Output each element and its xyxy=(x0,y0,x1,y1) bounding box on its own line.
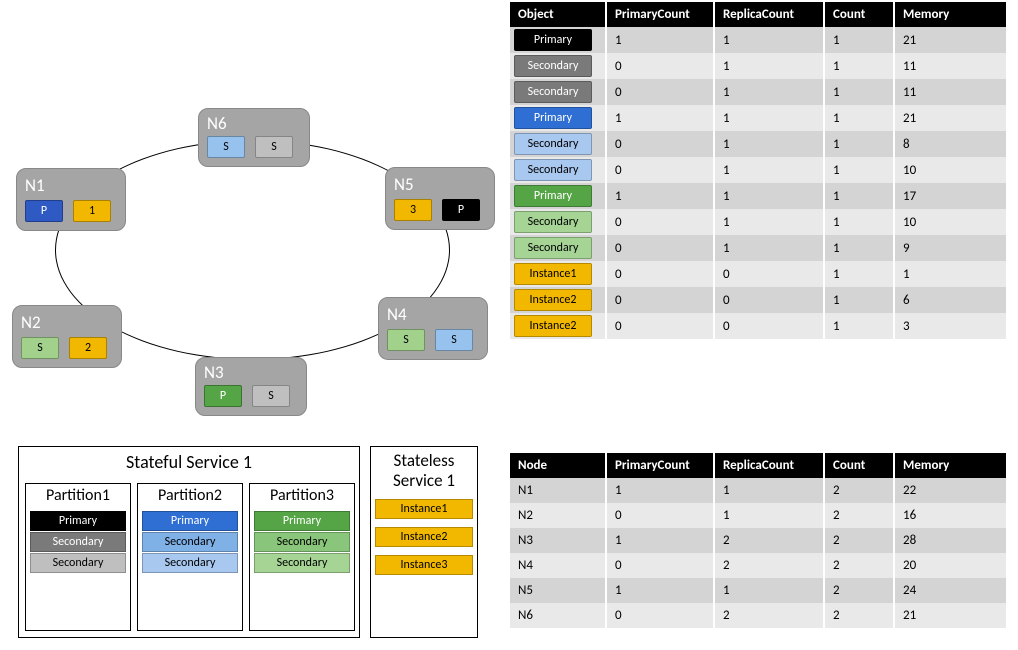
th-object: Object xyxy=(510,2,606,27)
replica-chip-secondary: S xyxy=(255,136,293,158)
partition-title: Partition1 xyxy=(26,484,130,507)
table-row: Secondary01111 xyxy=(510,53,1006,79)
table-row: Instance20013 xyxy=(510,313,1006,339)
table-row: N111222 xyxy=(510,478,1006,503)
node-label: N6 xyxy=(207,113,301,134)
partition2-box: Partition2 Primary Secondary Secondary xyxy=(137,483,243,631)
object-badge: Instance2 xyxy=(514,289,592,311)
object-badge: Secondary xyxy=(514,133,592,155)
replica-secondary: Secondary xyxy=(142,532,238,552)
table-row: N312228 xyxy=(510,528,1006,553)
table-row: Primary11117 xyxy=(510,183,1006,209)
replica-secondary: Secondary xyxy=(254,532,350,552)
th-replicacount: ReplicaCount xyxy=(714,2,824,27)
stateless-instance: Instance1 xyxy=(375,499,473,519)
replica-chip-secondary: S xyxy=(252,385,290,407)
stateless-service-box: Stateless Service 1 Instance1 Instance2 … xyxy=(370,446,478,638)
object-badge: Secondary xyxy=(514,237,592,259)
table-row: Instance10011 xyxy=(510,261,1006,287)
node-n1: N1 P 1 xyxy=(16,168,126,231)
replica-chip-secondary: S xyxy=(387,329,425,351)
replica-chip-secondary: S xyxy=(207,136,245,158)
table-row: Secondary01110 xyxy=(510,157,1006,183)
replica-secondary: Secondary xyxy=(30,553,126,573)
th-memory: Memory xyxy=(894,2,1006,27)
object-badge: Secondary xyxy=(514,81,592,103)
partition-title: Partition3 xyxy=(250,484,354,507)
replica-secondary: Secondary xyxy=(254,553,350,573)
th-count: Count xyxy=(824,2,894,27)
replica-chip-primary: P xyxy=(204,385,242,407)
object-badge: Secondary xyxy=(514,211,592,233)
node-n4: N4 S S xyxy=(378,297,488,360)
object-badge: Secondary xyxy=(514,55,592,77)
th-replicacount: ReplicaCount xyxy=(714,453,824,478)
node-n2: N2 S 2 xyxy=(12,305,122,368)
replica-chip-primary: P xyxy=(25,200,63,222)
replica-chip-secondary: S xyxy=(21,337,59,359)
table-row: Instance20016 xyxy=(510,287,1006,313)
replica-primary: Primary xyxy=(254,511,350,531)
stateless-title: Stateless Service 1 xyxy=(371,447,477,493)
object-badge: Primary xyxy=(514,29,592,51)
object-badge: Instance1 xyxy=(514,263,592,285)
object-badge: Secondary xyxy=(514,159,592,181)
table-row: Primary11121 xyxy=(510,105,1006,131)
node-label: N3 xyxy=(204,362,298,383)
th-memory: Memory xyxy=(894,453,1006,478)
stateful-title: Stateful Service 1 xyxy=(19,447,359,475)
replica-primary: Primary xyxy=(30,511,126,531)
th-count: Count xyxy=(824,453,894,478)
node-n3: N3 P S xyxy=(195,357,307,416)
object-metrics-table: Object PrimaryCount ReplicaCount Count M… xyxy=(510,2,1006,339)
object-badge: Primary xyxy=(514,185,592,207)
stateless-instance: Instance2 xyxy=(375,527,473,547)
table-row: N201216 xyxy=(510,503,1006,528)
replica-secondary: Secondary xyxy=(30,532,126,552)
th-primarycount: PrimaryCount xyxy=(606,2,714,27)
node-label: N2 xyxy=(21,312,113,333)
replica-secondary: Secondary xyxy=(142,553,238,573)
table-row: Secondary01111 xyxy=(510,79,1006,105)
th-node: Node xyxy=(510,453,606,478)
node-metrics-table: Node PrimaryCount ReplicaCount Count Mem… xyxy=(510,453,1006,628)
table-row: Secondary01110 xyxy=(510,209,1006,235)
object-badge: Primary xyxy=(514,107,592,129)
table-row: Secondary0118 xyxy=(510,131,1006,157)
th-primarycount: PrimaryCount xyxy=(606,453,714,478)
partition-title: Partition2 xyxy=(138,484,242,507)
stateless-instance: Instance3 xyxy=(375,555,473,575)
replica-chip-primary: P xyxy=(442,199,480,221)
replica-chip-secondary: S xyxy=(435,329,473,351)
instance-chip: 3 xyxy=(394,199,432,221)
node-label: N4 xyxy=(387,304,479,325)
instance-chip: 1 xyxy=(73,200,111,222)
node-n5: N5 3 P xyxy=(385,167,495,230)
partition3-box: Partition3 Primary Secondary Secondary xyxy=(249,483,355,631)
node-n6: N6 S S xyxy=(198,108,310,167)
table-row: Secondary0119 xyxy=(510,235,1006,261)
partition1-box: Partition1 Primary Secondary Secondary xyxy=(25,483,131,631)
stateful-service-box: Stateful Service 1 Partition1 Primary Se… xyxy=(18,446,360,638)
object-badge: Instance2 xyxy=(514,315,592,337)
table-row: N511224 xyxy=(510,578,1006,603)
instance-chip: 2 xyxy=(69,337,107,359)
table-row: N602221 xyxy=(510,603,1006,628)
table-row: N402220 xyxy=(510,553,1006,578)
node-label: N1 xyxy=(25,175,117,196)
node-label: N5 xyxy=(394,174,486,195)
table-row: Primary11121 xyxy=(510,27,1006,53)
replica-primary: Primary xyxy=(142,511,238,531)
